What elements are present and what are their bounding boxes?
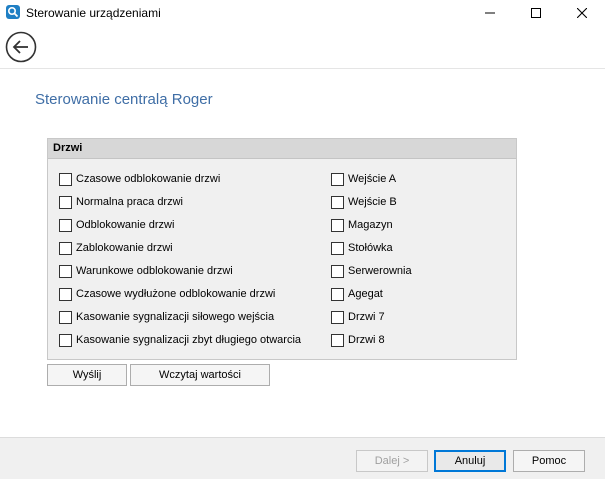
checkbox[interactable]: [331, 333, 344, 347]
door-drzwi-8[interactable]: Drzwi 8: [331, 332, 385, 348]
option-czasowe-wydluzone[interactable]: Czasowe wydłużone odblokowanie drzwi: [59, 286, 275, 302]
checkbox[interactable]: [331, 218, 344, 232]
checkbox[interactable]: [59, 310, 72, 324]
group-title: Drzwi: [48, 139, 516, 159]
title-bar: Sterowanie urządzeniami: [0, 0, 605, 26]
option-zablokowanie[interactable]: Zablokowanie drzwi: [59, 240, 173, 256]
checkbox[interactable]: [331, 172, 344, 186]
door-magazyn[interactable]: Magazyn: [331, 217, 393, 233]
back-arrow-icon: [5, 31, 37, 63]
maximize-button[interactable]: [513, 0, 559, 26]
maximize-icon: [531, 8, 541, 18]
checkbox-label: Kasowanie sygnalizacji siłowego wejścia: [76, 311, 275, 323]
door-agegat[interactable]: Agegat: [331, 286, 383, 302]
back-button[interactable]: [5, 31, 37, 63]
checkbox[interactable]: [59, 172, 72, 186]
doors-group: Drzwi Czasowe odblokowanie drzwi Normaln…: [47, 138, 517, 360]
option-czasowe-odblokowanie[interactable]: Czasowe odblokowanie drzwi: [59, 171, 220, 187]
checkbox-label: Czasowe odblokowanie drzwi: [76, 173, 221, 185]
page-title: Sterowanie centralą Roger: [35, 91, 213, 108]
minimize-button[interactable]: [467, 0, 513, 26]
send-button[interactable]: Wyślij: [47, 364, 127, 386]
close-button[interactable]: [559, 0, 605, 26]
checkbox[interactable]: [331, 264, 344, 278]
door-stolowka[interactable]: Stołówka: [331, 240, 393, 256]
nav-bar: [0, 26, 605, 69]
option-odblokowanie[interactable]: Odblokowanie drzwi: [59, 217, 174, 233]
checkbox-label: Serwerownia: [348, 265, 412, 277]
checkbox-label: Kasowanie sygnalizacji zbyt długiego otw…: [76, 334, 302, 346]
checkbox[interactable]: [59, 333, 72, 347]
door-serwerownia[interactable]: Serwerownia: [331, 263, 412, 279]
checkbox-label: Warunkowe odblokowanie drzwi: [76, 265, 233, 277]
footer-bar: Dalej > Anuluj Pomoc: [0, 437, 605, 479]
checkbox-label: Odblokowanie drzwi: [76, 219, 175, 231]
checkbox-label: Magazyn: [348, 219, 393, 231]
checkbox-label: Zablokowanie drzwi: [76, 242, 173, 254]
checkbox[interactable]: [59, 195, 72, 209]
window-title: Sterowanie urządzeniami: [26, 6, 161, 20]
checkbox-label: Wejście A: [348, 173, 397, 185]
option-kasowanie-silowego[interactable]: Kasowanie sygnalizacji siłowego wejścia: [59, 309, 274, 325]
load-values-button[interactable]: Wczytaj wartości: [130, 364, 270, 386]
checkbox-label: Drzwi 8: [348, 334, 385, 346]
checkbox-label: Drzwi 7: [348, 311, 385, 323]
door-drzwi-7[interactable]: Drzwi 7: [331, 309, 385, 325]
checkbox-label: Wejście B: [348, 196, 397, 208]
help-button[interactable]: Pomoc: [513, 450, 585, 472]
minimize-icon: [485, 12, 495, 14]
close-icon: [577, 8, 587, 18]
next-button[interactable]: Dalej >: [356, 450, 428, 472]
checkbox-label: Czasowe wydłużone odblokowanie drzwi: [76, 288, 276, 300]
checkbox[interactable]: [59, 218, 72, 232]
option-normalna-praca[interactable]: Normalna praca drzwi: [59, 194, 183, 210]
option-warunkowe-odblokowanie[interactable]: Warunkowe odblokowanie drzwi: [59, 263, 233, 279]
option-kasowanie-otwarcia[interactable]: Kasowanie sygnalizacji zbyt długiego otw…: [59, 332, 301, 348]
checkbox[interactable]: [331, 195, 344, 209]
checkbox-label: Stołówka: [348, 242, 393, 254]
checkbox[interactable]: [59, 241, 72, 255]
checkbox-label: Agegat: [348, 288, 383, 300]
cancel-button[interactable]: Anuluj: [434, 450, 506, 472]
checkbox[interactable]: [59, 264, 72, 278]
checkbox[interactable]: [331, 287, 344, 301]
checkbox-label: Normalna praca drzwi: [76, 196, 183, 208]
door-wejscie-b[interactable]: Wejście B: [331, 194, 397, 210]
checkbox[interactable]: [59, 287, 72, 301]
checkbox[interactable]: [331, 310, 344, 324]
app-logo-icon: [6, 5, 20, 19]
door-wejscie-a[interactable]: Wejście A: [331, 171, 396, 187]
checkbox[interactable]: [331, 241, 344, 255]
